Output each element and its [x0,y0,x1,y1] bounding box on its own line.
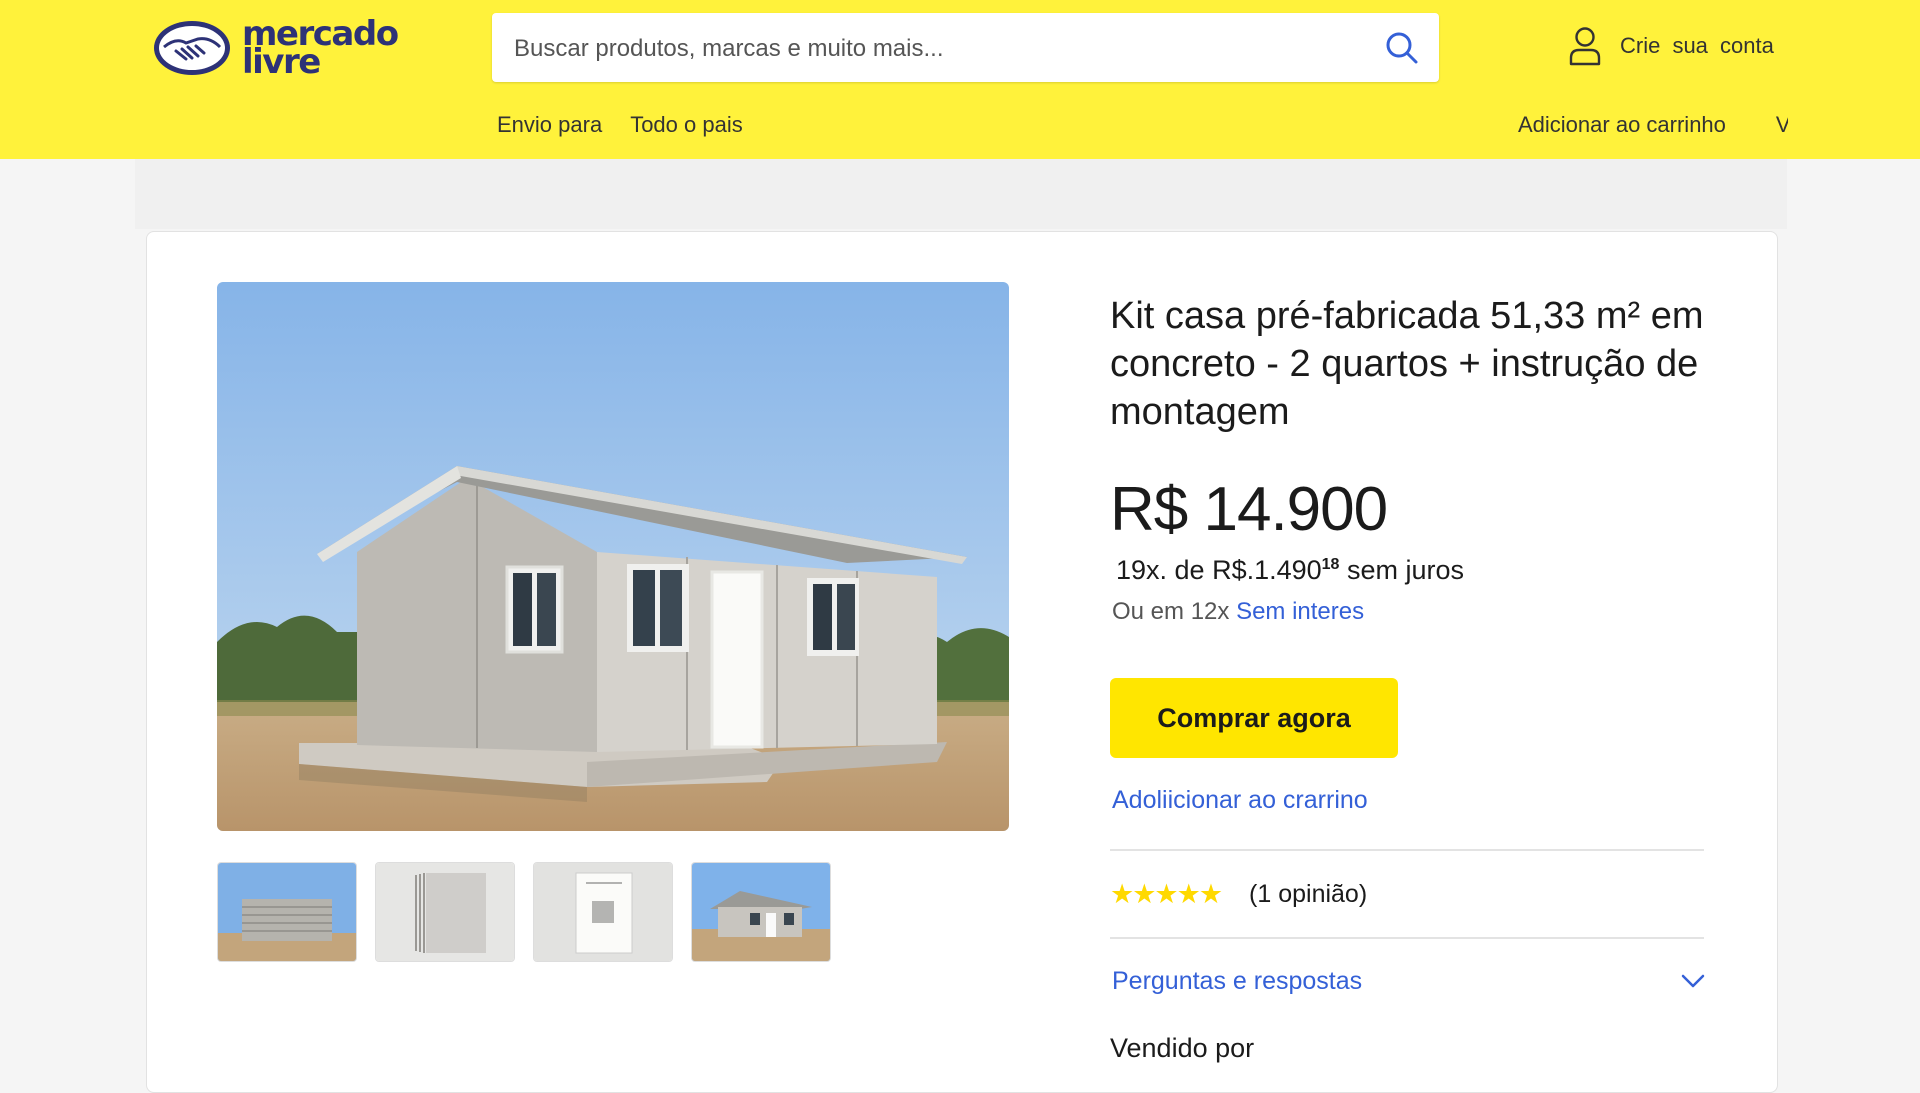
seller-label: Vendido por [1110,1033,1255,1063]
star-icon: ★★★★★ [1110,878,1223,909]
product-title: Kit casa pré-fabricada 51,33 m² em concr… [1110,295,1704,433]
thumbnail-strip [217,862,831,962]
nav-truncated-item[interactable]: V [1776,112,1788,138]
mercado-livre-logo[interactable]: mercado livre [152,17,399,79]
thumbnail-4[interactable] [691,862,831,962]
shipping-label[interactable]: Envio para [497,112,602,138]
house-photo [217,282,1009,831]
add-to-cart-link[interactable]: Adoliicionar ao crarrino [1110,786,1706,815]
handshake-logo-icon [154,21,230,75]
header: mercado livre Crie sua conta Envio para … [0,0,1920,159]
product-info: Kit casa pré-fabricada 51,33 m² em concr… [1110,292,1706,1064]
product-card: Kit casa pré-fabricada 51,33 m² em concr… [146,231,1778,1093]
installments-amount: 19x. de R$.1.490 [1116,555,1322,585]
buy-now-button[interactable]: Comprar agora [1110,678,1398,758]
product-price: R$ 14.900 [1110,475,1388,544]
rating-row[interactable]: ★★★★★ (1 opinião) [1110,851,1706,937]
alt-installments-link[interactable]: Sem interes [1236,598,1364,625]
search-icon[interactable] [1383,29,1421,67]
create-account-link[interactable]: Crie sua conta [1568,26,1774,66]
search-bar [492,13,1439,84]
search-input[interactable] [512,13,1376,84]
thumbnail-2[interactable] [375,862,515,962]
logo-wordmark: mercado livre [242,17,399,79]
breadcrumb-strip [135,159,1787,229]
header-nav: Adicionar ao carrinho V [1518,112,1788,138]
chevron-down-icon [1681,974,1705,988]
rating-count: (1 opinião) [1249,879,1368,908]
installments: 19x. de R$.1.49018 sem juros [1110,555,1706,586]
alt-installments: Ou em 12x Sem interes [1110,598,1706,626]
thumbnail-3[interactable] [533,862,673,962]
nav-add-to-cart[interactable]: Adicionar ao carrinho [1518,112,1726,138]
questions-answers-toggle[interactable]: Perguntas e respostas [1110,939,1706,1023]
shipping-location: Envio para Todo o pais [497,112,743,138]
qa-label: Perguntas e respostas [1112,966,1363,995]
account-label: Crie sua conta [1620,33,1774,58]
product-main-image[interactable] [217,282,1009,831]
user-icon [1569,27,1601,66]
thumbnail-1[interactable] [217,862,357,962]
shipping-value[interactable]: Todo o pais [630,112,743,138]
installments-cents: 18 [1321,556,1340,573]
alt-installments-text: Ou em 12x [1112,598,1230,625]
installments-terms: sem juros [1346,555,1464,585]
